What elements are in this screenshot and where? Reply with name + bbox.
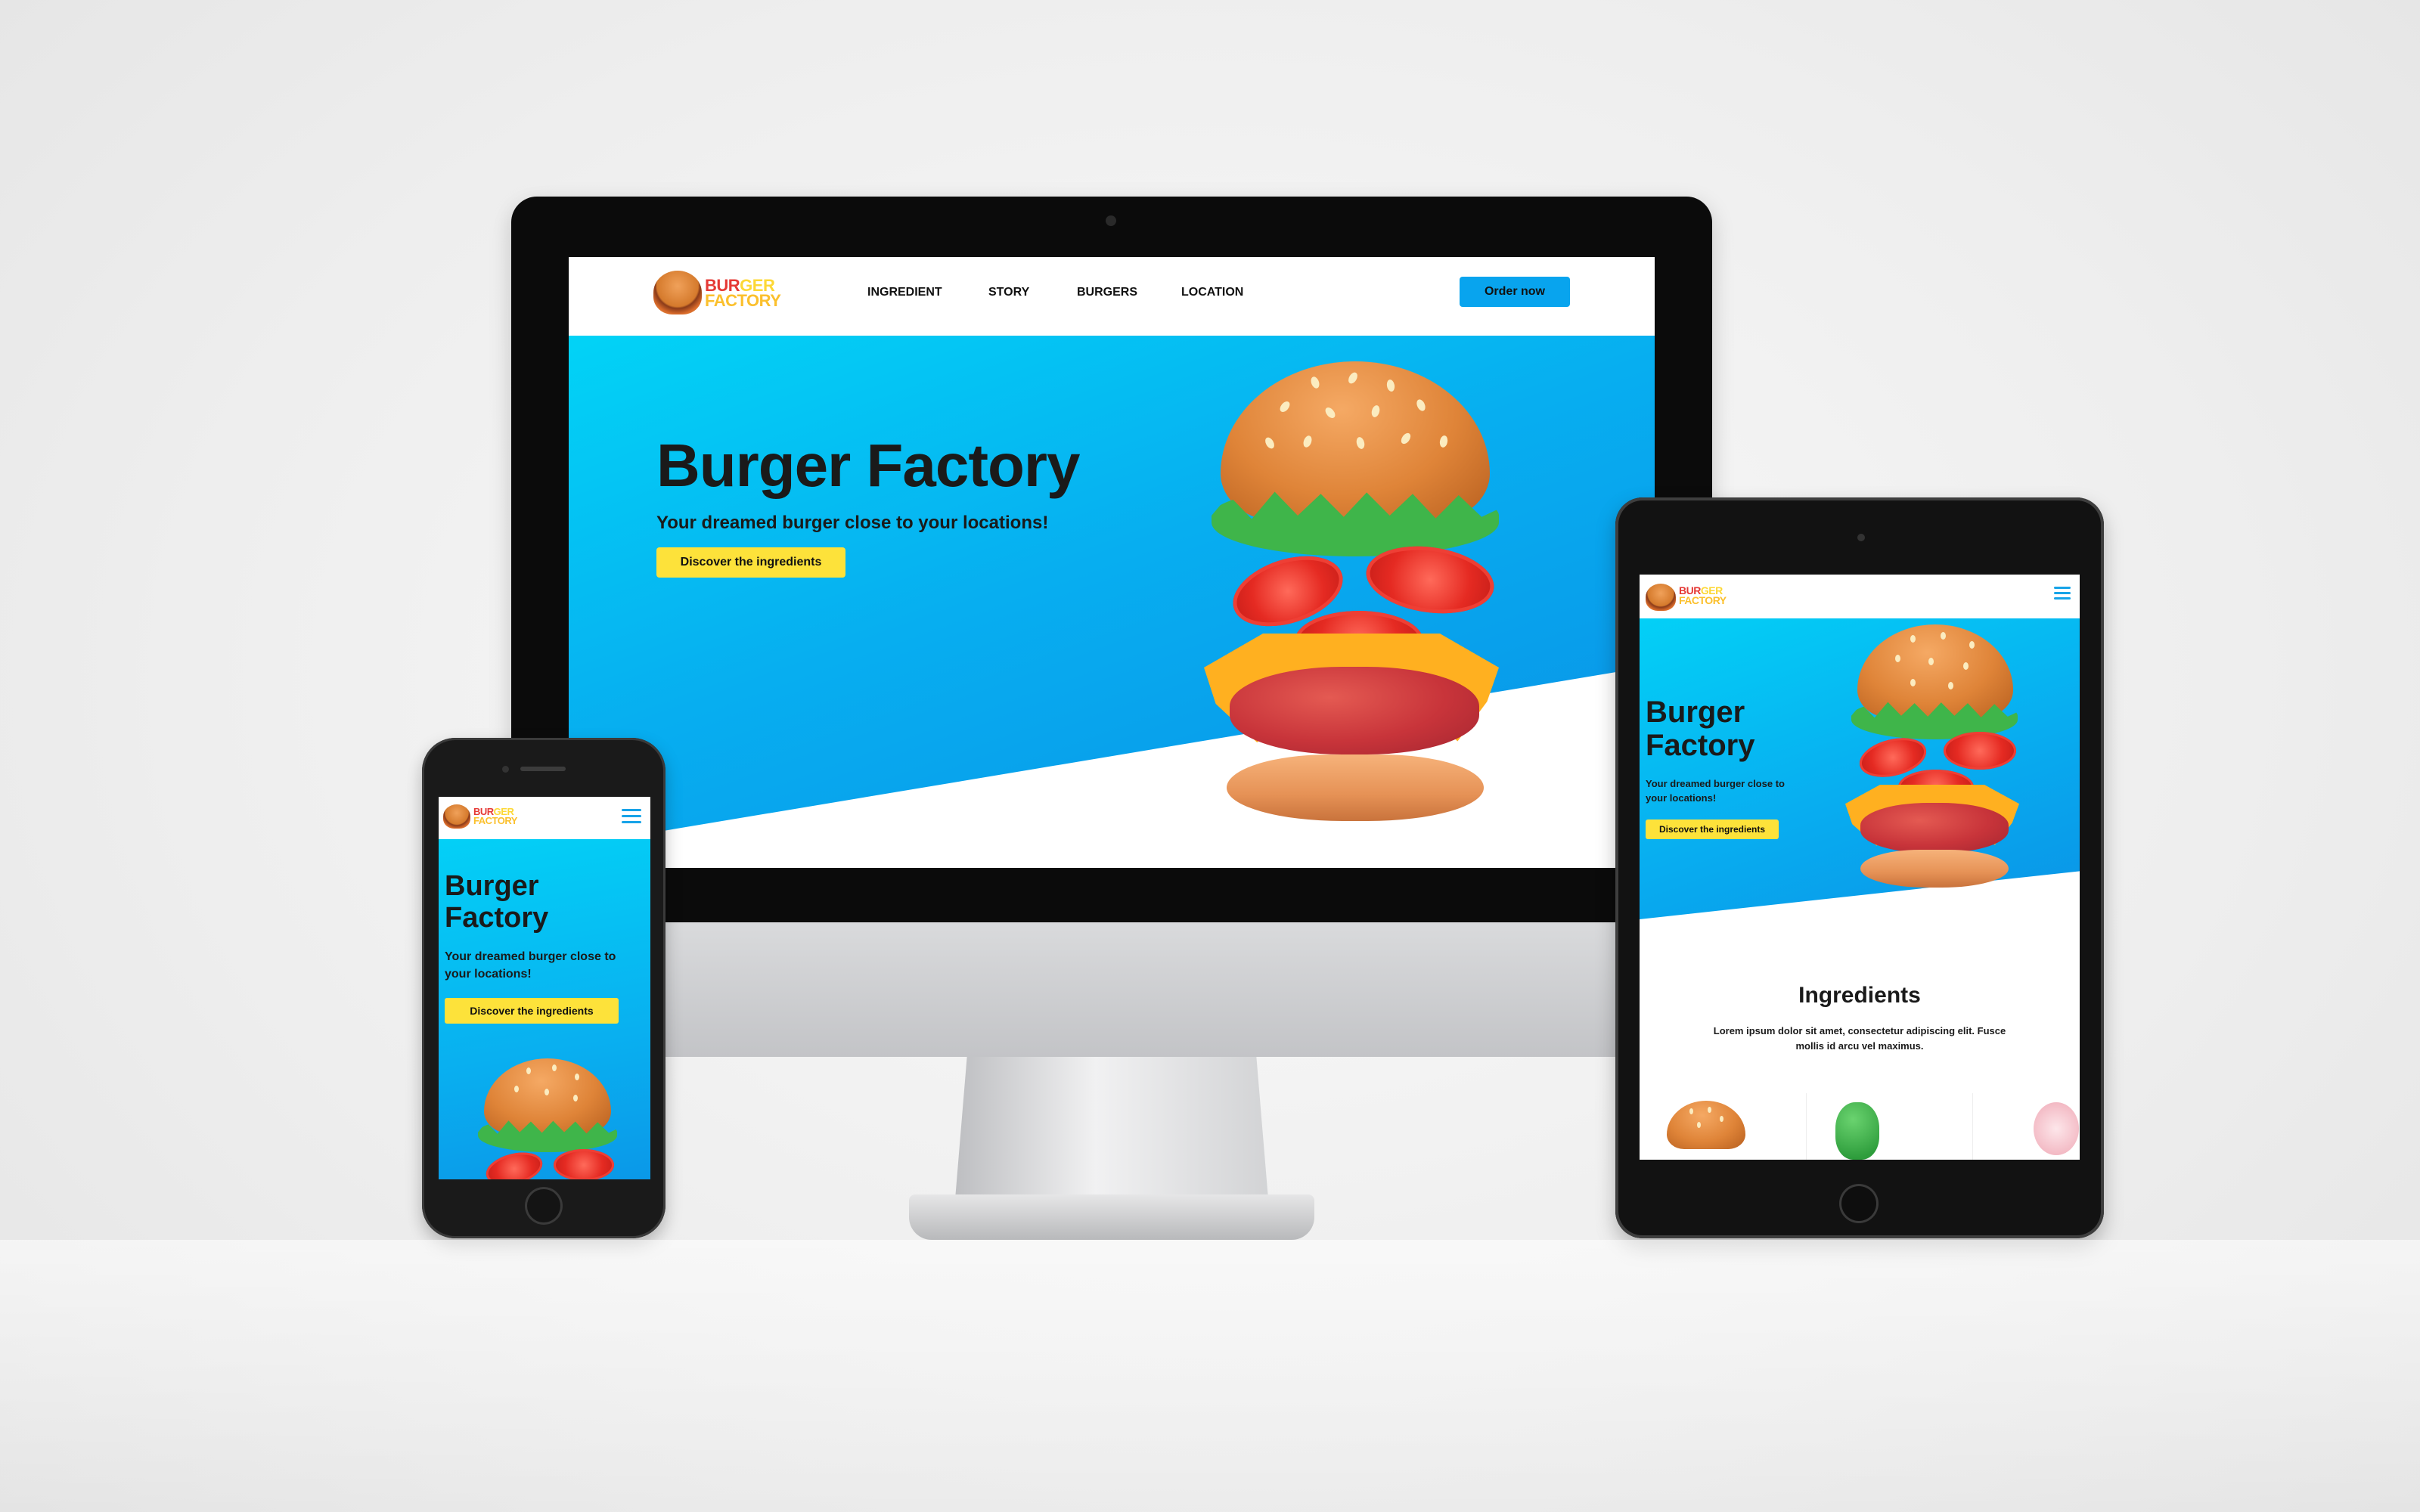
desktop-site-header: BURGER FACTORY INGREDIENT STORY BURGERS … [569,257,1655,336]
phone-screen: BURGER FACTORY Burger Factory Your dreame… [439,797,650,1179]
desktop-hero-subtitle: Your dreamed burger close to your locati… [656,513,1049,533]
tablet-home-button[interactable] [1839,1184,1879,1223]
burger-logo-icon [653,271,702,314]
tablet-camera [1857,534,1865,541]
phone-hero-title: Burger Factory [445,870,549,934]
monitor-stand-foot [909,1194,1314,1240]
burger-illustration [1204,361,1522,821]
tablet-site-header: BURGER FACTORY [1640,575,2080,618]
ingredient-card-lettuce[interactable] [1806,1093,1913,1160]
phone-home-button[interactable] [525,1187,563,1225]
desktop-logo[interactable]: BURGER FACTORY [653,269,797,318]
hamburger-menu-icon[interactable] [622,809,641,824]
nav-burgers[interactable]: BURGERS [1077,286,1137,299]
burger-logo-icon [1646,584,1676,611]
phone-burger-illustration [475,1058,626,1179]
monitor-chin [511,922,1712,1057]
ingredients-description: Lorem ipsum dolor sit amet, consectetur … [1713,1025,2006,1052]
patty [1230,667,1479,754]
desktop-hero-title: Burger Factory [656,432,1080,499]
ingredient-card-next[interactable] [1972,1093,2079,1160]
tablet-screen: BURGER FACTORY Burger Factory Your dreame… [1640,575,2080,1160]
bun-bottom [1227,754,1484,821]
monitor-camera [1106,215,1116,226]
order-now-button[interactable]: Order now [1460,277,1570,307]
logo-wordmark[interactable]: BURGER FACTORY [473,807,517,826]
onion-icon [2034,1102,2079,1155]
bun-top [1221,361,1490,522]
phone-speaker [520,767,566,771]
ingredient-card-bun[interactable] [1640,1093,1745,1160]
logo-wordmark[interactable]: BURGER FACTORY [1679,585,1727,605]
discover-ingredients-button[interactable]: Discover the ingredients [656,547,845,578]
logo-wordmark: BURGER FACTORY [705,276,781,310]
phone-camera [502,766,509,773]
desktop-screen: BURGER FACTORY INGREDIENT STORY BURGERS … [569,257,1655,868]
nav-location[interactable]: LOCATION [1181,286,1243,299]
phone-discover-button[interactable]: Discover the ingredients [445,998,619,1024]
monitor-stand-neck [954,1057,1269,1208]
phone-site-header: BURGER FACTORY [439,797,650,839]
lettuce-icon [1835,1102,1879,1160]
hamburger-menu-icon[interactable] [2054,587,2071,602]
tablet-discover-button[interactable]: Discover the ingredients [1646,820,1779,839]
tablet-hero-subtitle: Your dreamed burger close to your locatio… [1646,778,1785,804]
tablet-burger-illustration [1845,624,2027,889]
burger-logo-icon [443,804,470,829]
nav-story[interactable]: STORY [988,286,1029,299]
floor-reflection [0,1240,2420,1512]
ingredients-heading: Ingredients [1798,983,1921,1008]
tablet-hero-title: Burger Factory [1646,696,1755,762]
phone-hero-subtitle: Your dreamed burger close to your locatio… [445,950,616,981]
nav-ingredient[interactable]: INGREDIENT [867,286,942,299]
